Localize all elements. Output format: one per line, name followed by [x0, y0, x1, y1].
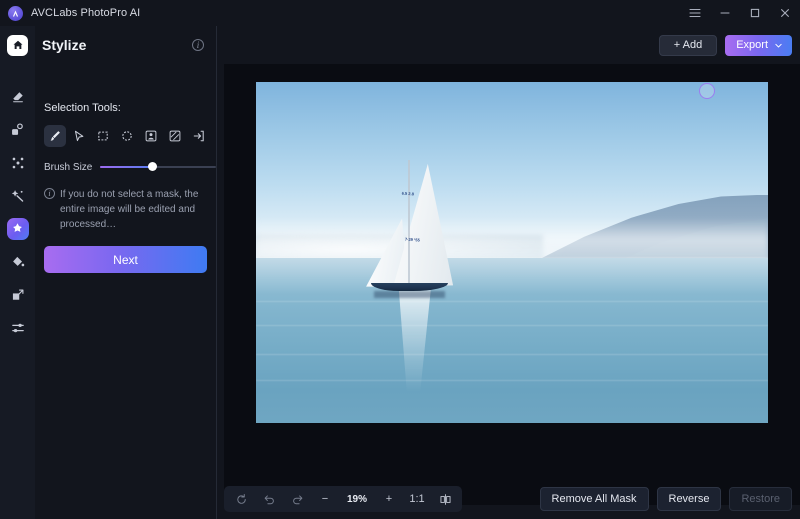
tool-ellipse[interactable] [116, 125, 138, 147]
sliders-icon [7, 317, 29, 339]
redo-icon[interactable] [284, 487, 310, 511]
home-button[interactable] [0, 26, 35, 64]
zoom-in-button[interactable]: + [376, 487, 402, 511]
menu-icon[interactable] [680, 0, 710, 26]
app-window: AVCLabs PhotoPro AI Stylize i Selection … [0, 0, 800, 519]
brush-size-label: Brush Size [44, 161, 93, 173]
rail-item-stylize[interactable] [0, 212, 35, 245]
photo-mast [407, 160, 411, 287]
tool-pointer[interactable] [68, 125, 90, 147]
mask-hint: i If you do not select a mask, the entir… [44, 187, 207, 232]
rail-item-upscale[interactable] [0, 278, 35, 311]
rail-item-colorize[interactable] [0, 245, 35, 278]
maximize-icon[interactable] [740, 0, 770, 26]
photo-sailboat[interactable]: 6.5 2.8 7·39 ¹55 [256, 82, 768, 423]
info-icon: i [44, 188, 55, 199]
photo-ripple [256, 379, 768, 381]
upscale-icon [7, 284, 29, 306]
home-icon [7, 34, 28, 56]
photo-ripple [256, 300, 768, 302]
export-button[interactable]: Export [725, 34, 792, 56]
side-panel: Stylize i Selection Tools: Brush Size i … [35, 26, 217, 519]
magic-wand-icon [7, 185, 29, 207]
window-controls [680, 0, 800, 26]
panel-header: Stylize i [35, 26, 216, 64]
slider-thumb[interactable] [147, 162, 157, 171]
rail-item-erase[interactable] [0, 80, 35, 113]
photo-ripple [256, 353, 768, 355]
slider-fill [100, 166, 152, 168]
mask-hint-text: If you do not select a mask, the entire … [60, 189, 199, 230]
page-title: Stylize [42, 37, 87, 53]
close-icon[interactable] [770, 0, 800, 26]
object-replace-icon [7, 119, 29, 141]
rail-item-expand[interactable] [0, 146, 35, 179]
rail-item-enhance[interactable] [0, 179, 35, 212]
export-button-label: Export [736, 39, 768, 51]
rail-icon-list [0, 64, 35, 344]
reset-icon[interactable] [228, 487, 254, 511]
zoom-out-button[interactable]: − [312, 487, 338, 511]
add-button[interactable]: + Add [658, 34, 718, 56]
chevron-down-icon [775, 43, 782, 47]
tool-import-mask[interactable] [188, 125, 210, 147]
tool-background[interactable] [164, 125, 186, 147]
photo-ripple [256, 325, 768, 327]
brush-cursor [698, 83, 715, 100]
zoom-controls: − 19% + 1:1 [224, 486, 462, 512]
zoom-level: 19% [346, 493, 367, 505]
paint-bucket-icon [7, 251, 29, 273]
titlebar: AVCLabs PhotoPro AI [0, 0, 800, 26]
icon-rail [0, 26, 35, 519]
undo-icon[interactable] [256, 487, 282, 511]
selection-tools-row [44, 125, 216, 147]
photo-water-sheen [256, 257, 768, 294]
eraser-icon [7, 86, 29, 108]
app-title: AVCLabs PhotoPro AI [31, 7, 141, 19]
actual-size-button[interactable]: 1:1 [404, 487, 430, 511]
stylize-icon [6, 217, 29, 240]
brush-size-slider[interactable] [100, 161, 216, 173]
tool-brush[interactable] [44, 125, 66, 147]
app-logo-icon [8, 5, 23, 21]
next-button[interactable]: Next [44, 246, 207, 273]
selection-tools-label: Selection Tools: [44, 102, 121, 114]
rail-item-adjust[interactable] [0, 311, 35, 344]
canvas-bottom-bar: − 19% + 1:1 Remove All Mask Reverse Rest… [217, 479, 800, 519]
mask-actions: Remove All Mask Reverse Restore [539, 487, 792, 511]
rail-item-replace[interactable] [0, 113, 35, 146]
remove-all-mask-button[interactable]: Remove All Mask [539, 487, 649, 511]
reverse-button[interactable]: Reverse [656, 487, 722, 511]
tool-subject[interactable] [140, 125, 162, 147]
photo-hull-reflection [373, 290, 446, 298]
tool-rectangle[interactable] [92, 125, 114, 147]
photo-water [256, 257, 768, 423]
main-area: + Add Export 6.5 2.8 7·39 ¹55 − 19% + 1:… [217, 26, 800, 519]
compare-split-icon[interactable] [432, 487, 458, 511]
info-icon[interactable]: i [192, 39, 204, 51]
image-canvas[interactable]: 6.5 2.8 7·39 ¹55 [224, 64, 800, 505]
brush-size-row: Brush Size [44, 161, 216, 173]
main-toolbar: + Add Export [217, 26, 800, 64]
minimize-icon[interactable] [710, 0, 740, 26]
restore-button: Restore [729, 487, 792, 511]
expand-icon [7, 152, 29, 174]
